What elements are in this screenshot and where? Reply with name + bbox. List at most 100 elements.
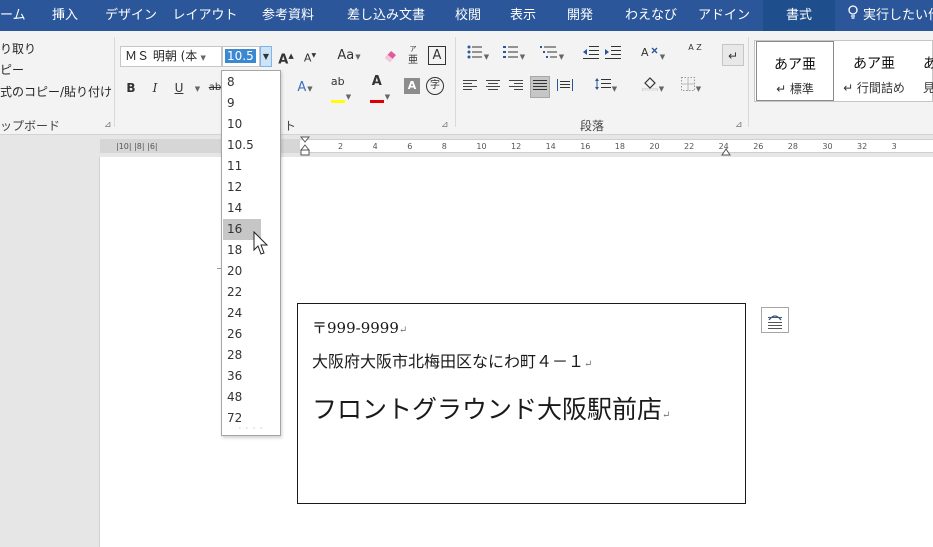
grow-font-button[interactable]: A▲ xyxy=(278,45,294,67)
font-color-button[interactable]: A ▼ xyxy=(366,75,394,103)
italic-button[interactable]: I xyxy=(148,77,162,99)
style-name: 見 xyxy=(923,81,933,95)
font-size-option[interactable]: 20 xyxy=(223,261,261,282)
style-sample: あ xyxy=(923,56,933,72)
increase-indent-icon xyxy=(605,46,621,59)
increase-indent-button[interactable] xyxy=(604,45,622,67)
character-shading-button[interactable]: A xyxy=(404,78,420,94)
bullets-button[interactable]: ▼ xyxy=(462,45,494,67)
postal-code-line[interactable]: 〒999-9999↵ xyxy=(312,317,407,338)
font-size-option[interactable]: 28 xyxy=(223,345,261,366)
ruler-left-numbers: |10| |8| |6| xyxy=(116,142,158,151)
font-group-label: ト xyxy=(284,119,297,133)
font-size-combo[interactable]: 10.5 xyxy=(222,46,260,67)
shrink-font-button[interactable]: A▼ xyxy=(302,45,318,67)
clear-format-button[interactable] xyxy=(380,45,400,67)
layout-options-icon xyxy=(768,315,782,329)
tab-references[interactable]: 参考資料 xyxy=(256,0,320,31)
font-size-option[interactable]: 8 xyxy=(223,72,261,93)
strikethrough-button[interactable]: ab xyxy=(208,77,222,99)
first-line-indent-marker-icon[interactable] xyxy=(300,136,310,156)
justify-icon xyxy=(533,80,547,90)
distribute-button[interactable] xyxy=(556,77,574,99)
underline-button[interactable]: U xyxy=(172,77,186,99)
style-sample: あア亜 xyxy=(853,56,895,72)
character-border-button[interactable]: A xyxy=(428,46,446,65)
font-launcher-icon[interactable]: ⊿ xyxy=(441,120,449,130)
store-name-line[interactable]: フロントグラウンド大阪駅前店↵ xyxy=(312,390,670,426)
align-left-icon xyxy=(463,80,477,90)
font-size-option[interactable]: 26 xyxy=(223,324,261,345)
font-size-option[interactable]: 48 xyxy=(223,387,261,408)
font-size-option[interactable]: 9 xyxy=(223,93,261,114)
font-name-combo[interactable]: ＭＳ 明朝 (本 ▼ xyxy=(120,46,222,67)
tab-review[interactable]: 校閲 xyxy=(450,0,486,31)
underline-dropdown-icon[interactable]: ▼ xyxy=(192,77,202,99)
svg-text:A: A xyxy=(641,46,649,59)
cut-button[interactable]: り取り xyxy=(0,40,36,57)
ruler-number: 22 xyxy=(684,142,695,151)
sort-button[interactable]: A Z xyxy=(686,43,704,65)
align-left-button[interactable] xyxy=(462,77,478,99)
right-indent-marker-icon[interactable] xyxy=(721,136,731,156)
font-size-option[interactable]: 11 xyxy=(223,156,261,177)
lightbulb-icon xyxy=(848,0,858,31)
character-shading-icon: A xyxy=(407,79,417,92)
styles-gallery: あア亜 ↵ 標準 あア亜 ↵ 行間詰め あ 見 xyxy=(754,40,933,102)
tab-waenavi[interactable]: わえなび xyxy=(620,0,682,31)
justify-button[interactable] xyxy=(530,76,550,98)
change-case-button[interactable]: Aa▼ xyxy=(333,45,365,67)
font-size-option[interactable]: 12 xyxy=(223,177,261,198)
phonetic-guide-button[interactable]: ア亜 xyxy=(404,43,422,66)
paragraph-shading-button[interactable]: ▼ xyxy=(636,77,670,99)
style-no-spacing[interactable]: あア亜 ↵ 行間詰め xyxy=(835,41,913,101)
font-size-option[interactable]: 36 xyxy=(223,366,261,387)
dropdown-resize-grip-icon[interactable]: · · · · xyxy=(222,424,280,433)
tab-addins[interactable]: アドイン xyxy=(698,0,750,31)
line-spacing-button[interactable]: ▼ xyxy=(590,77,622,99)
tab-view[interactable]: 表示 xyxy=(505,0,541,31)
asian-layout-button[interactable]: A ▼ xyxy=(636,45,670,67)
font-size-option[interactable]: 24 xyxy=(223,303,261,324)
chevron-down-icon: ▼ xyxy=(198,54,206,62)
tab-developer[interactable]: 開発 xyxy=(562,0,598,31)
tab-format[interactable]: 書式 xyxy=(763,0,835,31)
style-heading[interactable]: あ 見 xyxy=(914,41,933,101)
font-size-option[interactable]: 14 xyxy=(223,198,261,219)
ruler-number: 6 xyxy=(407,142,413,151)
ruler-number: 20 xyxy=(649,142,660,151)
highlight-button[interactable]: ab ▼ xyxy=(326,75,356,103)
tab-mailings[interactable]: 差し込み文書 xyxy=(338,0,434,31)
paint-bucket-icon xyxy=(641,77,659,92)
tab-layout[interactable]: レイアウト xyxy=(172,0,238,31)
align-center-button[interactable] xyxy=(485,77,501,99)
multilevel-list-button[interactable]: ▼ xyxy=(534,45,570,67)
tab-insert[interactable]: 挿入 xyxy=(44,0,86,31)
address-line[interactable]: 大阪府大阪市北梅田区なにわ町４－１↵ xyxy=(312,348,592,372)
paragraph-launcher-icon[interactable]: ⊿ xyxy=(735,120,743,130)
style-normal[interactable]: あア亜 ↵ 標準 xyxy=(756,41,834,101)
clipboard-launcher-icon[interactable]: ⊿ xyxy=(104,120,112,130)
font-size-option[interactable]: 10 xyxy=(223,114,261,135)
copy-button[interactable]: ピー xyxy=(0,61,24,78)
layout-options-button[interactable] xyxy=(761,307,789,333)
tab-home[interactable]: ーム xyxy=(0,0,26,31)
font-size-option[interactable]: 22 xyxy=(223,282,261,303)
tab-design[interactable]: デザイン xyxy=(105,0,157,31)
text-effects-button[interactable]: A▼ xyxy=(291,77,319,99)
font-size-option[interactable]: 10.5 xyxy=(223,135,261,156)
tell-me-box[interactable]: 実行したい作 xyxy=(848,0,933,31)
format-painter-button[interactable]: 式のコピー/貼り付け xyxy=(0,83,112,100)
decrease-indent-button[interactable] xyxy=(582,45,600,67)
align-right-button[interactable] xyxy=(508,77,524,99)
font-size-dropdown-arrow-icon[interactable]: ▼ xyxy=(260,46,272,67)
address-textbox[interactable]: 〒999-9999↵ 大阪府大阪市北梅田区なにわ町４－１↵ フロントグラウンド大… xyxy=(297,303,746,504)
show-marks-button[interactable]: ↵ xyxy=(722,44,744,66)
numbering-button[interactable]: ▼ xyxy=(498,45,530,67)
ruler-number: 16 xyxy=(580,142,591,151)
enclose-characters-button[interactable]: 字 xyxy=(426,77,444,95)
horizontal-ruler[interactable]: |10| |8| |6| 2 4 6 8 10 12 14 16 18 20 22 24 26 28 30 3… xyxy=(0,135,933,157)
borders-button[interactable]: ▼ xyxy=(674,77,708,99)
paragraph-group-label: 段落 xyxy=(580,119,605,133)
bold-button[interactable]: B xyxy=(124,77,138,99)
